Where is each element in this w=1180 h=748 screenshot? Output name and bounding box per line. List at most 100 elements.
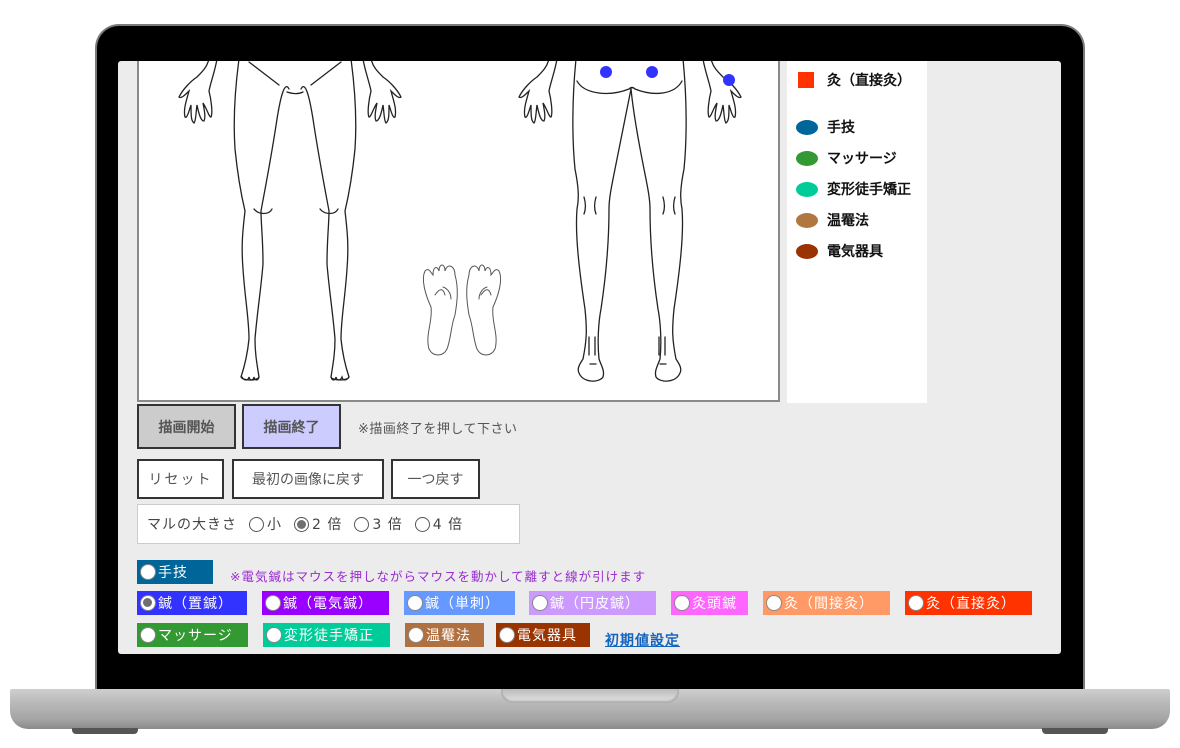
treatment-legend: 灸（直接灸） 手技 マッサージ 変形徒手矯正 温罨法 電気器具 — [787, 61, 927, 403]
back-right-leg — [630, 61, 687, 382]
marker-dot[interactable] — [723, 74, 735, 86]
treatment-label: 灸（直接灸） — [926, 596, 1016, 612]
treatment-option-moxa-indirect[interactable]: 灸（間接灸） — [763, 591, 890, 615]
circle-size-option-3x[interactable]: 3 倍 — [354, 514, 402, 534]
treatment-option-manual[interactable]: 手技 — [137, 560, 213, 584]
treatment-label: 温罨法 — [426, 628, 471, 644]
legend-label: 変形徒手矯正 — [827, 182, 911, 198]
treatment-label: 灸（間接灸） — [784, 596, 874, 612]
legend-label: 温罨法 — [827, 213, 869, 229]
legend-swatch-ellipse — [796, 119, 818, 135]
legend-swatch-square — [798, 72, 814, 88]
legend-swatch-ellipse — [796, 150, 818, 166]
laptop-foot-left — [72, 728, 138, 734]
legend-swatch-ellipse — [796, 181, 818, 197]
legend-item-massage: マッサージ — [796, 148, 897, 168]
front-right-hand — [362, 61, 402, 124]
right-sole — [466, 264, 502, 356]
body-diagram — [178, 61, 742, 382]
radio-button[interactable] — [499, 627, 515, 643]
legend-label: 電気器具 — [827, 244, 883, 260]
treatment-label: 鍼（置鍼） — [158, 596, 233, 612]
treatment-label: マッサージ — [158, 628, 233, 644]
legend-item-electric: 電気器具 — [796, 241, 883, 261]
treatment-option-electric-device[interactable]: 電気器具 — [496, 623, 590, 647]
front-left-leg-outer — [233, 61, 290, 381]
radio-button[interactable] — [674, 595, 690, 611]
back-left-hand — [518, 61, 558, 124]
marker-dot[interactable] — [646, 66, 658, 78]
draw-start-button[interactable]: 描画開始 — [137, 404, 236, 449]
radio-button[interactable] — [766, 595, 782, 611]
treatment-label: 手技 — [158, 565, 188, 581]
radio-button[interactable] — [266, 627, 282, 643]
restore-original-button[interactable]: 最初の画像に戻す — [232, 459, 384, 499]
treatment-option-moxa-needle[interactable]: 灸頭鍼 — [671, 591, 748, 615]
legend-swatch-ellipse — [796, 243, 818, 259]
marker-dot[interactable] — [600, 66, 612, 78]
treatment-option-needle-single[interactable]: 鍼（単刺） — [404, 591, 515, 615]
treatment-option-massage[interactable]: マッサージ — [137, 623, 248, 647]
legend-item-manual: 手技 — [796, 117, 855, 137]
browser-screen: 灸（直接灸） 手技 マッサージ 変形徒手矯正 温罨法 電気器具 描画開始 描画終… — [118, 61, 1061, 654]
front-left-knee — [253, 208, 273, 215]
radio-button[interactable] — [140, 564, 156, 580]
treatment-label: 鍼（円皮鍼） — [550, 596, 640, 612]
reset-button[interactable]: リセット — [137, 459, 224, 499]
back-knee-lines — [583, 196, 676, 215]
front-groin — [248, 61, 342, 95]
treatment-option-needle-electric[interactable]: 鍼（電気鍼） — [262, 591, 389, 615]
laptop-foot-right — [1042, 728, 1108, 734]
treatment-label: 変形徒手矯正 — [284, 628, 374, 644]
back-left-leg — [572, 61, 632, 382]
left-sole — [422, 264, 458, 356]
back-right-hand — [702, 61, 742, 124]
radio-button[interactable] — [294, 516, 309, 532]
option-label: 2 倍 — [312, 517, 343, 533]
body-chart-canvas[interactable] — [137, 61, 780, 402]
front-left-hand — [178, 61, 218, 124]
treatment-option-needle-retained[interactable]: 鍼（置鍼） — [137, 591, 247, 615]
option-label: 小 — [267, 517, 282, 533]
radio-button[interactable] — [140, 627, 156, 643]
front-right-leg-outer — [300, 61, 357, 381]
legend-label: マッサージ — [827, 151, 897, 167]
legend-item-correction: 変形徒手矯正 — [796, 179, 911, 199]
treatment-option-correction[interactable]: 変形徒手矯正 — [263, 623, 390, 647]
treatment-option-moxa-direct[interactable]: 灸（直接灸） — [905, 591, 1032, 615]
radio-button[interactable] — [532, 595, 548, 611]
circle-size-label: マルの大きさ — [147, 517, 237, 533]
treatment-label: 鍼（単刺） — [425, 596, 500, 612]
circle-size-option-2x[interactable]: 2 倍 — [294, 514, 342, 534]
placed-markers — [600, 66, 735, 86]
legend-item-warm-compress: 温罨法 — [796, 210, 869, 230]
legend-item-direct-moxa: 灸（直接灸） — [796, 70, 911, 90]
legend-label: 灸（直接灸） — [827, 73, 911, 89]
draw-end-button[interactable]: 描画終了 — [242, 404, 341, 449]
back-body-figure — [518, 61, 742, 382]
radio-button[interactable] — [407, 595, 423, 611]
legend-label: 手技 — [827, 120, 855, 136]
electric-needle-note: ※電気鍼はマウスを押しながらマウスを動かして離すと線が引けます — [230, 569, 647, 584]
circle-size-option-small[interactable]: 小 — [249, 514, 282, 534]
back-buttocks — [576, 80, 683, 95]
soles-figure — [422, 264, 502, 356]
undo-button[interactable]: 一つ戻す — [391, 459, 480, 499]
back-ankle-lines — [588, 336, 667, 365]
radio-button[interactable] — [249, 516, 264, 532]
front-body-figure — [178, 61, 402, 381]
treatment-option-warm-compress[interactable]: 温罨法 — [405, 623, 484, 647]
treatment-label: 鍼（電気鍼） — [283, 596, 373, 612]
laptop-notch — [501, 689, 679, 703]
draw-end-note: ※描画終了を押して下さい — [358, 422, 518, 437]
treatment-label: 電気器具 — [517, 628, 577, 644]
radio-button[interactable] — [908, 595, 924, 611]
treatment-option-needle-press[interactable]: 鍼（円皮鍼） — [529, 591, 656, 615]
circle-size-option-4x[interactable]: 4 倍 — [414, 514, 463, 534]
radio-button[interactable] — [265, 595, 281, 611]
radio-button[interactable] — [140, 595, 156, 611]
radio-button[interactable] — [408, 627, 424, 643]
radio-button[interactable] — [354, 516, 370, 532]
default-settings-link[interactable]: 初期値設定 — [605, 630, 680, 650]
radio-button[interactable] — [414, 516, 430, 532]
